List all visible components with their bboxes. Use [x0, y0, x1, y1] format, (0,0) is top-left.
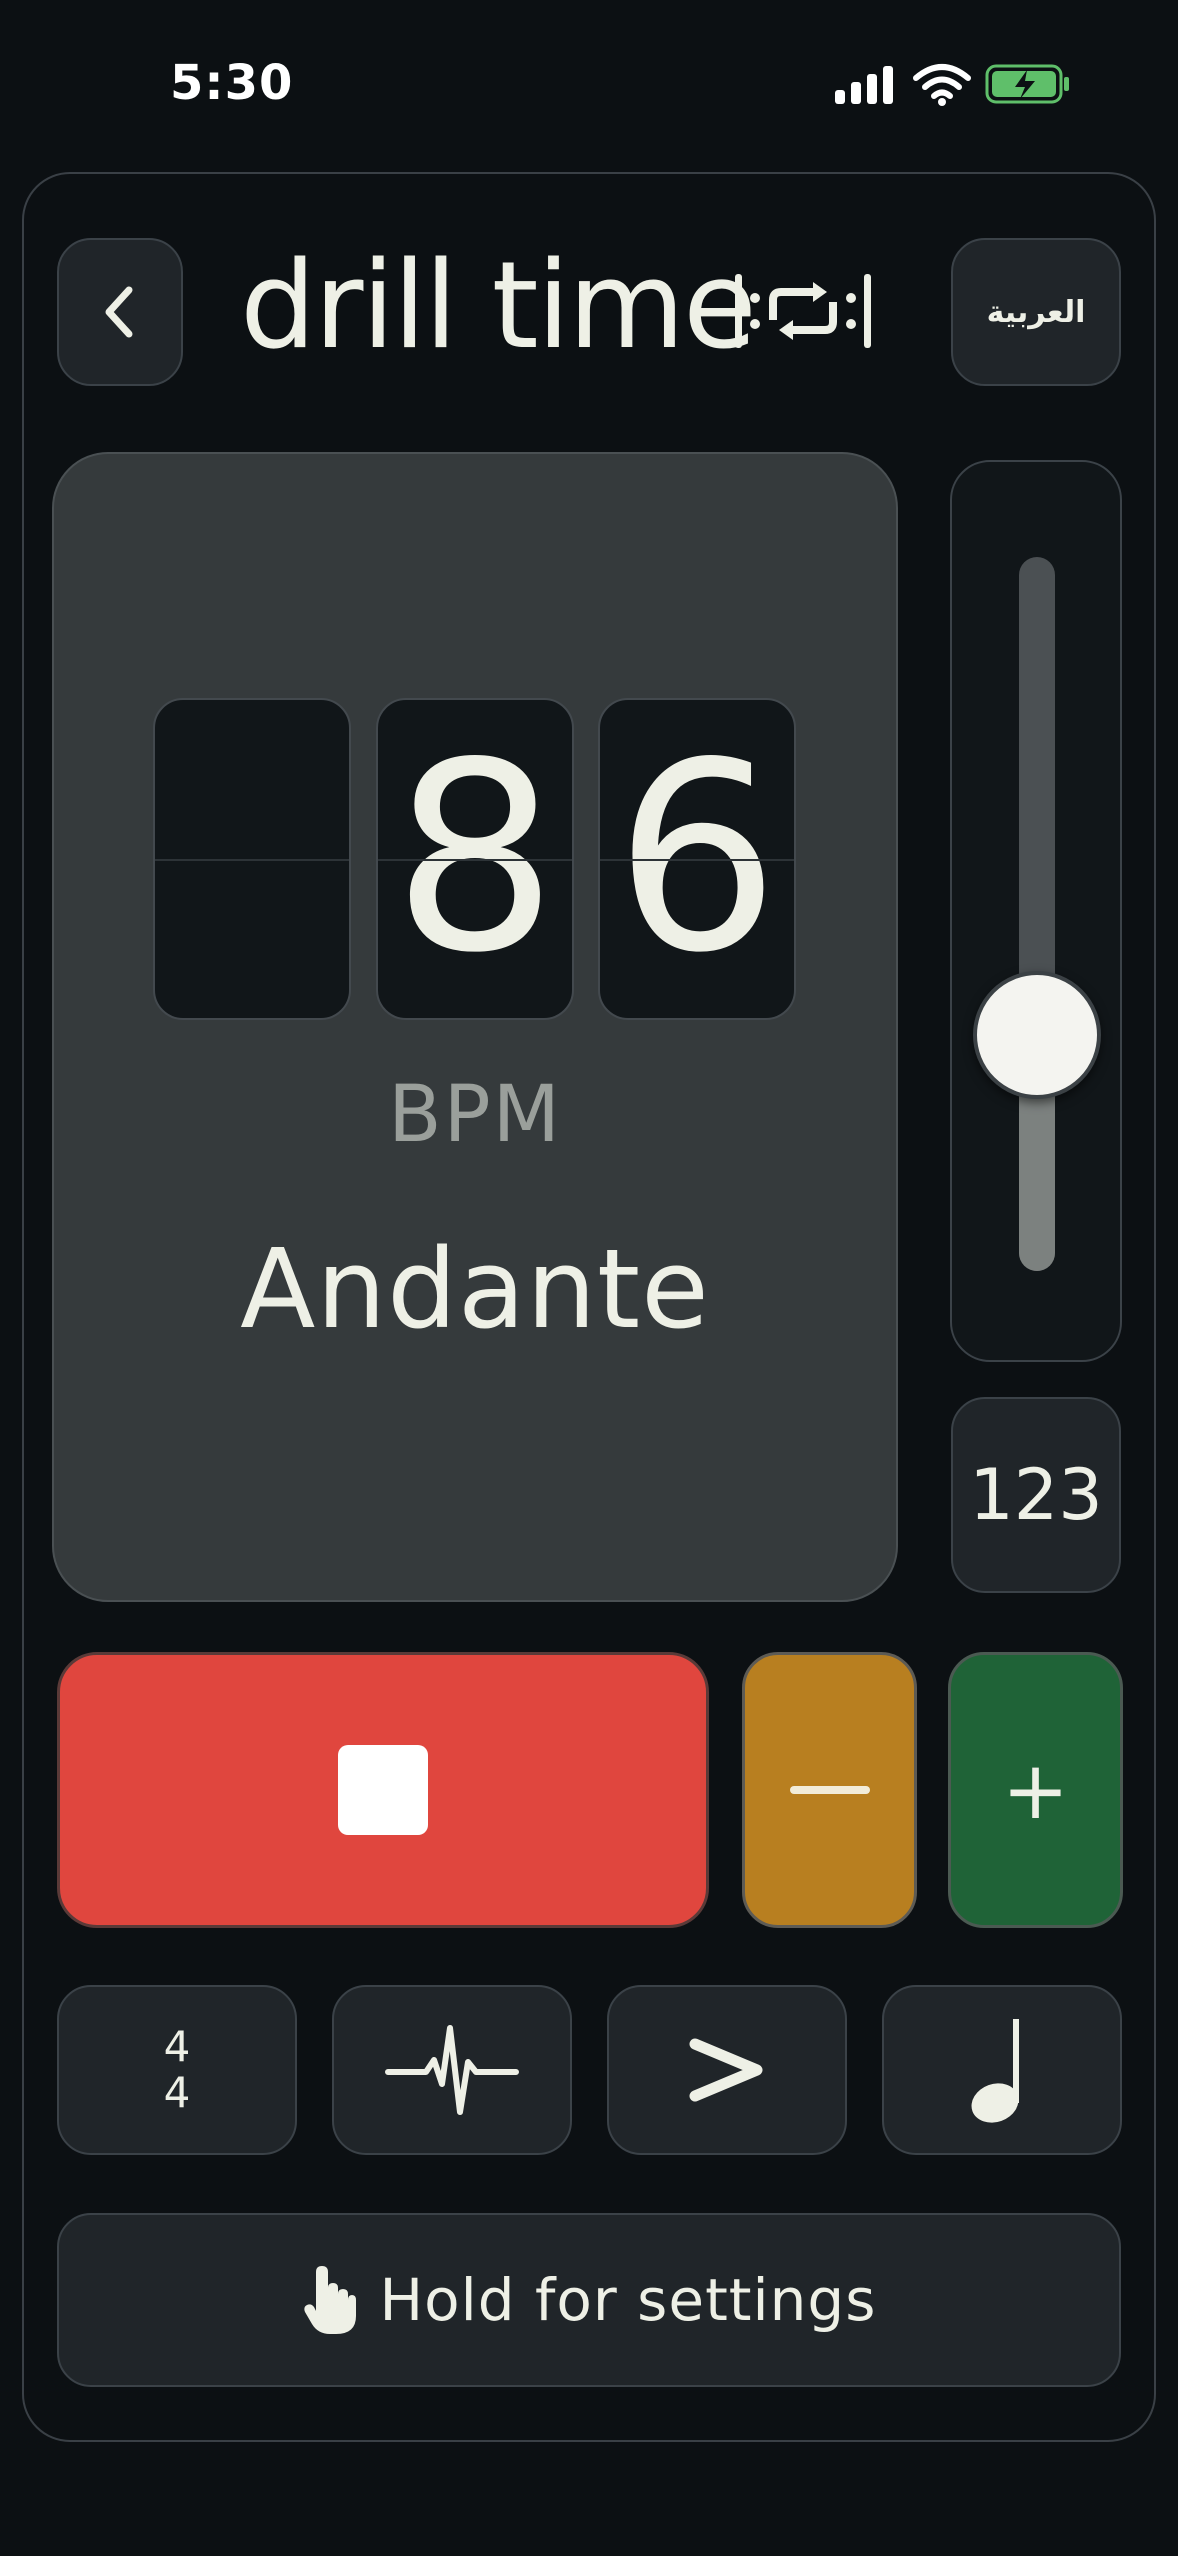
number-entry-button[interactable]: 123 [951, 1397, 1121, 1593]
app-title: drill time [240, 237, 757, 376]
hold-for-settings-button[interactable]: Hold for settings [57, 2213, 1121, 2387]
stop-icon [338, 1745, 428, 1835]
slider-rail [1019, 557, 1055, 1271]
tap-hand-icon [303, 2266, 356, 2334]
chevron-left-icon [105, 286, 133, 338]
hold-for-settings-label: Hold for settings [379, 2266, 877, 2334]
accent-chevron-icon [689, 2038, 763, 2102]
increase-tempo-button[interactable]: + [948, 1652, 1123, 1928]
time-signature-top: 4 [163, 2022, 191, 2071]
bpm-digit-ones: 6 [598, 698, 796, 1020]
bpm-digit-tens: 8 [376, 698, 574, 1020]
quarter-note-icon [971, 2019, 1019, 2123]
bpm-digit-hundreds [153, 698, 351, 1020]
stop-button[interactable] [57, 1652, 709, 1928]
slider-thumb[interactable] [973, 971, 1101, 1100]
bpm-display-panel [52, 452, 898, 1602]
battery-charging-icon [985, 64, 1069, 104]
minus-icon [789, 1786, 870, 1794]
time-signature-bottom: 4 [163, 2068, 191, 2117]
tempo-name: Andante [240, 1225, 710, 1353]
back-button[interactable] [57, 238, 183, 386]
decrease-tempo-button[interactable] [742, 1652, 917, 1928]
status-time: 5:30 [170, 55, 294, 111]
subdivision-button[interactable] [882, 1985, 1122, 2155]
tempo-slider[interactable] [950, 460, 1122, 1362]
heartbeat-pulse-icon [385, 2025, 519, 2115]
accent-button[interactable] [607, 1985, 847, 2155]
bpm-unit-label: BPM [388, 1070, 562, 1160]
wifi-icon [913, 64, 971, 106]
language-button[interactable]: العربية [951, 238, 1121, 386]
sound-button[interactable] [332, 1985, 572, 2155]
repeat-loop-icon [735, 274, 871, 348]
cellular-signal-icon [835, 66, 895, 104]
time-signature-button[interactable]: 4 4 [57, 1985, 297, 2155]
